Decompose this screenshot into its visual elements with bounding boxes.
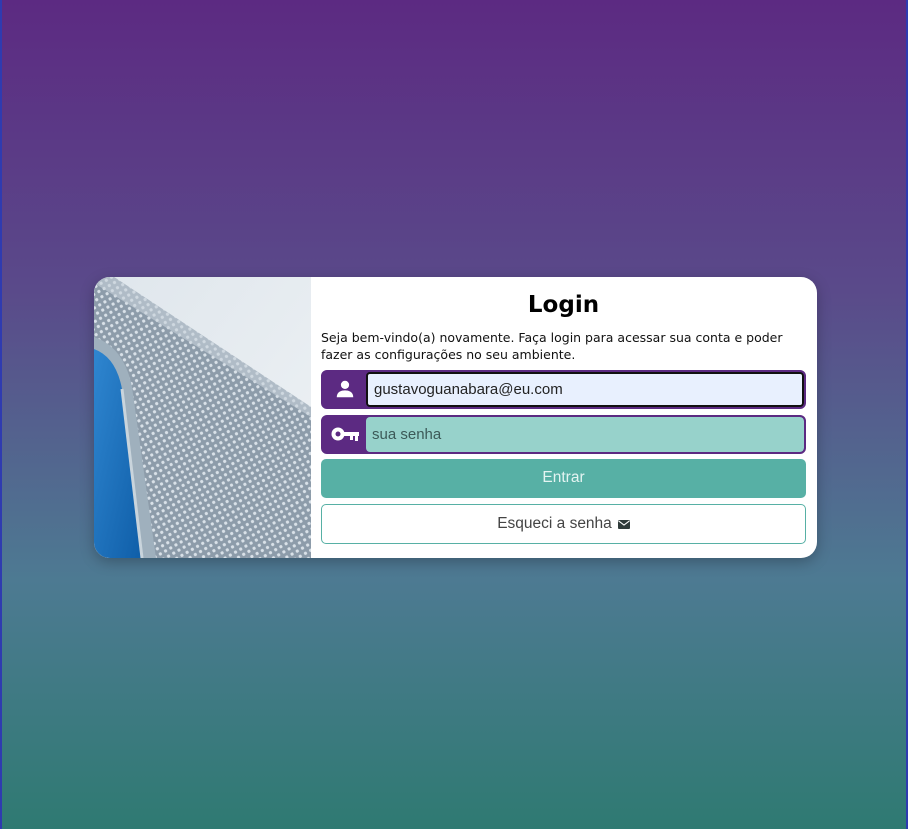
password-field-group <box>321 414 806 454</box>
forgot-password-button[interactable]: Esqueci a senha <box>321 504 806 545</box>
welcome-text: Seja bem-vindo(a) novamente. Faça login … <box>321 330 783 362</box>
key-icon <box>323 416 366 452</box>
login-button[interactable]: Entrar <box>321 458 806 499</box>
mail-icon <box>617 519 630 529</box>
login-card: Login Seja bem-vindo(a) novamente. Faça … <box>94 277 817 558</box>
forgot-password-label: Esqueci a senha <box>497 515 612 533</box>
login-form: Login Seja bem-vindo(a) novamente. Faça … <box>311 277 817 558</box>
building-photo <box>94 277 311 558</box>
email-field-group <box>321 370 806 409</box>
email-input[interactable] <box>366 372 804 407</box>
user-icon <box>323 372 366 407</box>
password-input[interactable] <box>366 416 804 452</box>
page-title: Login <box>527 292 600 318</box>
